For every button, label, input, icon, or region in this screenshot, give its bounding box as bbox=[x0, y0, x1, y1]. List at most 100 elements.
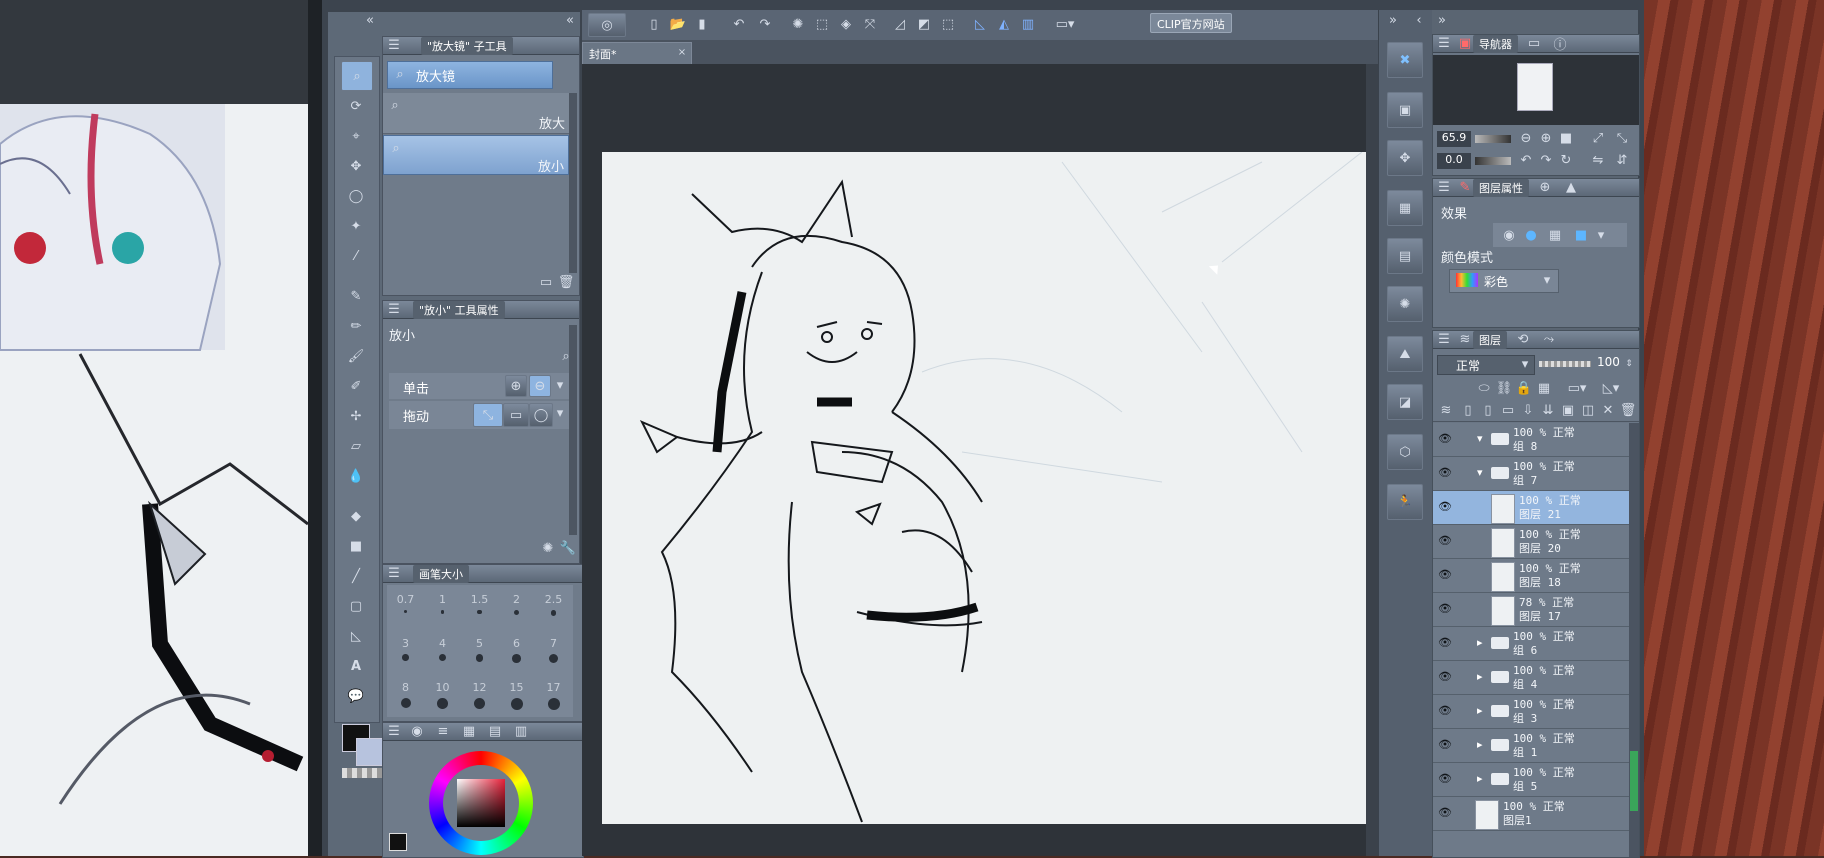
approx-color-tab-icon[interactable]: ▤ bbox=[485, 724, 505, 739]
transparent-swatch[interactable] bbox=[342, 768, 382, 778]
reset-rotate-icon[interactable]: ↻ bbox=[1557, 151, 1575, 169]
chevron-right-icon[interactable]: ▸ bbox=[1477, 704, 1483, 717]
sub-view-tab-icon[interactable]: ▭ bbox=[1524, 36, 1544, 51]
open-file-icon[interactable]: 📂 bbox=[668, 14, 688, 34]
balloon-tool-icon[interactable]: 💬 bbox=[341, 683, 371, 709]
auto-action-tab-icon[interactable]: ⟲ bbox=[1513, 332, 1533, 347]
blend-tool-icon[interactable]: 💧 bbox=[341, 463, 371, 489]
color-slider-tab-icon[interactable]: ≡ bbox=[433, 724, 453, 739]
close-tab-icon[interactable]: × bbox=[675, 45, 689, 59]
mask-icon[interactable]: ▭▾ bbox=[1565, 379, 1589, 397]
layer-row[interactable]: 👁 ▸ 100 % 正常组 6 bbox=[1433, 627, 1629, 661]
brush-size-option[interactable]: 10 bbox=[424, 675, 461, 715]
eye-icon[interactable]: 👁 bbox=[1438, 670, 1452, 684]
canvas-vertical-scrollbar[interactable] bbox=[1366, 64, 1378, 856]
navigator-thumbnail[interactable] bbox=[1517, 63, 1553, 111]
apply-mask-icon[interactable]: ◫ bbox=[1579, 401, 1597, 419]
layer-row[interactable]: 👁 ▸ 100 % 正常组 4 bbox=[1433, 661, 1629, 695]
chevron-down-icon[interactable]: ▾ bbox=[553, 405, 567, 421]
opacity-stepper-icon[interactable]: ⇕ bbox=[1623, 355, 1635, 373]
collapse-right-icon[interactable]: » bbox=[1383, 12, 1403, 28]
border-effect-icon[interactable]: ◉ bbox=[1499, 225, 1519, 245]
brush-size-option[interactable]: 2 bbox=[498, 587, 535, 627]
material-panel-icon-9[interactable]: ⬡ bbox=[1387, 434, 1423, 470]
zoom-value[interactable]: 65.9 bbox=[1437, 131, 1471, 147]
zoom-tool-icon[interactable]: ⌕ bbox=[341, 61, 373, 91]
clip-site-button[interactable]: CLIP官方网站 bbox=[1150, 13, 1232, 33]
drag-rect-icon[interactable]: ▭ bbox=[503, 403, 529, 427]
fill-tool-icon[interactable]: ◆ bbox=[341, 503, 371, 529]
material-panel-icon-8[interactable]: ◪ bbox=[1387, 384, 1423, 420]
collapse-left-icon[interactable]: « bbox=[360, 12, 380, 28]
new-folder-icon[interactable]: ▭ bbox=[1499, 401, 1517, 419]
eye-icon[interactable]: 👁 bbox=[1438, 772, 1452, 786]
sub-color-swatch[interactable] bbox=[356, 738, 384, 766]
brush-size-option[interactable]: 12 bbox=[461, 675, 498, 715]
clip-layer-icon[interactable]: ⬭ bbox=[1475, 379, 1493, 397]
undo-icon[interactable]: ↶ bbox=[728, 14, 750, 34]
brush-size-option[interactable]: 4 bbox=[424, 631, 461, 671]
subtool-tab[interactable]: "放大镜" 子工具 bbox=[421, 36, 513, 55]
collapse-left-icon[interactable]: ‹ bbox=[1409, 12, 1429, 28]
new-raster-layer-icon[interactable]: ▯ bbox=[1459, 401, 1477, 419]
navigator-tab[interactable]: 导航器 bbox=[1473, 34, 1518, 53]
material-panel-icon-10[interactable]: 🏃 bbox=[1387, 484, 1423, 520]
layer-row[interactable]: 👁 100 % 正常 图层 21 bbox=[1433, 491, 1629, 525]
subtool-item-zoom-out[interactable]: ⌕ 放小 bbox=[383, 135, 569, 175]
layer-row[interactable]: 👁 78 % 正常 图层 17 bbox=[1433, 593, 1629, 627]
material-panel-icon-3[interactable]: ✥ bbox=[1387, 140, 1423, 176]
layer-row[interactable]: 👁 ▸ 100 % 正常组 5 bbox=[1433, 763, 1629, 797]
navigator-preview[interactable] bbox=[1433, 55, 1639, 125]
panel-menu-icon[interactable]: ☰ bbox=[1437, 332, 1451, 347]
animation-tab-icon[interactable]: ▲ bbox=[1561, 180, 1581, 195]
panel-menu-icon[interactable]: ☰ bbox=[387, 302, 401, 317]
fit-view-icon[interactable]: ■ bbox=[1557, 129, 1575, 147]
zoom-out-icon[interactable]: ⊖ bbox=[1517, 129, 1535, 147]
layer-row[interactable]: 👁 100 % 正常 图层 20 bbox=[1433, 525, 1629, 559]
collapse-right-icon[interactable]: » bbox=[1432, 12, 1452, 28]
drag-zoom-icon[interactable]: ⤡ bbox=[473, 403, 503, 427]
rotate-slider[interactable] bbox=[1475, 157, 1511, 165]
material-panel-icon-4[interactable]: ▦ bbox=[1387, 190, 1423, 226]
panel-menu-icon[interactable]: ☰ bbox=[1437, 180, 1451, 195]
history-tab-icon[interactable]: ⤳ bbox=[1539, 332, 1559, 347]
material-panel-icon-5[interactable]: ▤ bbox=[1387, 238, 1423, 274]
chevron-right-icon[interactable]: ▸ bbox=[1477, 772, 1483, 785]
eraser-tool-icon[interactable]: ▱ bbox=[341, 433, 371, 459]
brush-size-option[interactable]: 3 bbox=[387, 631, 424, 671]
special-ruler-snap-icon[interactable]: ◭ bbox=[994, 14, 1014, 34]
eye-icon[interactable]: 👁 bbox=[1438, 602, 1452, 616]
ruler-tool-icon[interactable]: ◺ bbox=[341, 623, 371, 649]
flip-vertical-icon[interactable]: ⇵ bbox=[1613, 151, 1631, 169]
color-set-tab-icon[interactable]: ▦ bbox=[459, 724, 479, 739]
canvas-tab[interactable]: 封面* × bbox=[582, 42, 692, 65]
extract-line-icon[interactable]: ● bbox=[1521, 225, 1541, 245]
rotate-right-icon[interactable]: ↷ bbox=[1537, 151, 1555, 169]
collapse-left-icon-2[interactable]: « bbox=[562, 12, 578, 28]
ruler-icon[interactable]: ◺▾ bbox=[1599, 379, 1623, 397]
layer-row[interactable]: 👁 ▾ 100 % 正常组 7 bbox=[1433, 457, 1629, 491]
operation-tool-icon[interactable]: ⌖ bbox=[341, 123, 371, 149]
flip-horizontal-icon[interactable]: ⇋ bbox=[1589, 151, 1607, 169]
brush-size-option[interactable]: 7 bbox=[535, 631, 572, 671]
delete-layer-icon[interactable]: 🗑 bbox=[1619, 401, 1637, 419]
material-panel-icon-1[interactable]: ✖ bbox=[1387, 42, 1423, 78]
figure-tool-icon[interactable]: ╱ bbox=[341, 563, 371, 589]
eye-icon[interactable]: 👁 bbox=[1438, 704, 1452, 718]
history-tab-icon[interactable]: ▥ bbox=[511, 724, 531, 739]
clip-logo-icon[interactable]: ◎ bbox=[588, 13, 626, 37]
material-panel-icon-6[interactable]: ✺ bbox=[1387, 286, 1423, 322]
save-icon[interactable]: ▮ bbox=[692, 14, 712, 34]
ruler-snap-icon[interactable]: ◺ bbox=[970, 14, 990, 34]
tool-property-tab[interactable]: "放小" 工具属性 bbox=[413, 300, 505, 319]
layer-property-tab[interactable]: 图层属性 bbox=[1473, 178, 1529, 197]
color-saturation-square[interactable] bbox=[457, 779, 505, 827]
new-vector-layer-icon[interactable]: ▯ bbox=[1479, 401, 1497, 419]
color-wheel-tab-icon[interactable]: ◉ bbox=[407, 724, 427, 739]
wrench-icon[interactable]: 🔧 bbox=[559, 539, 577, 557]
transform-icon[interactable]: ⬚ bbox=[812, 14, 832, 34]
subtool-item-zoom-in[interactable]: ⌕ 放大 bbox=[383, 93, 569, 134]
combine-icon[interactable]: ⇊ bbox=[1539, 401, 1557, 419]
frame-tool-icon[interactable]: ▢ bbox=[341, 593, 371, 619]
scale-icon[interactable]: ⤧ bbox=[860, 14, 880, 34]
